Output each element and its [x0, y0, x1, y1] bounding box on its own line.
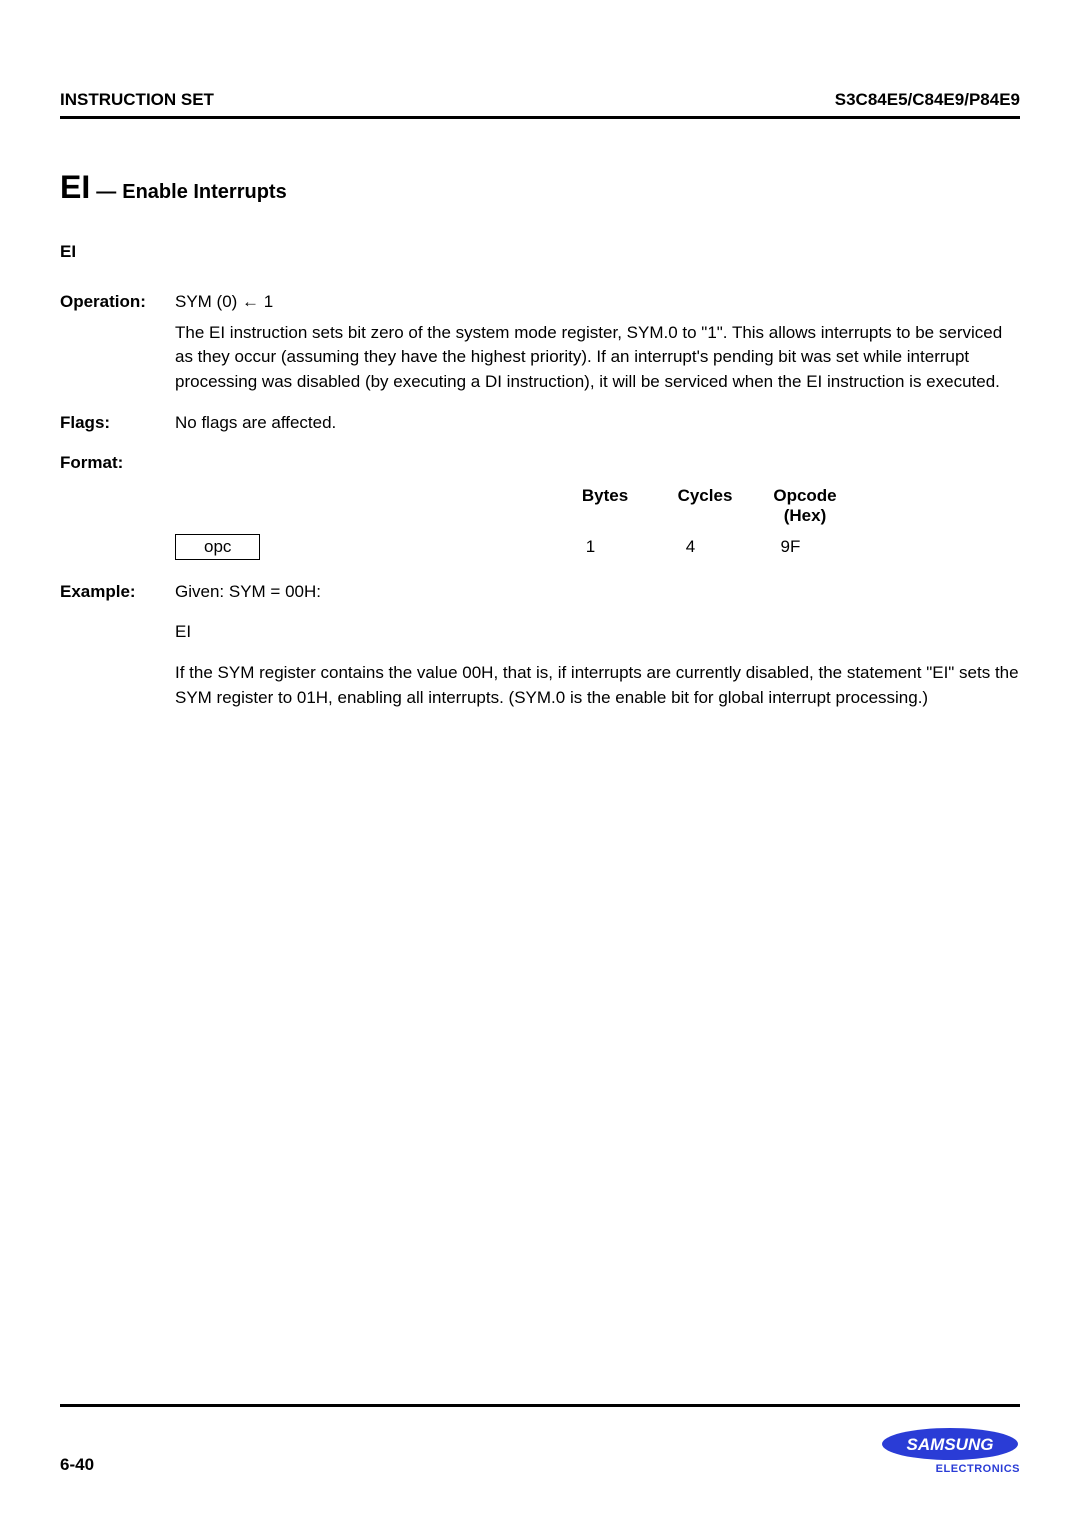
- value-cycles: 4: [640, 537, 740, 557]
- header-left: INSTRUCTION SET: [60, 90, 214, 110]
- logo-subtext: ELECTRONICS: [880, 1463, 1020, 1475]
- format-headers: Bytes Cycles Opcode (Hex): [555, 486, 1020, 526]
- opcode-box: opc: [175, 534, 260, 560]
- operation-section: Operation: SYM (0) ← 1 The EI instructio…: [60, 290, 1020, 395]
- value-bytes: 1: [540, 537, 640, 557]
- header-opcode: Opcode (Hex): [755, 486, 855, 526]
- format-row: opc 1 4 9F: [175, 534, 1020, 560]
- operation-label: Operation:: [60, 290, 175, 395]
- example-section: Example: Given: SYM = 00H: EI If the SYM…: [60, 580, 1020, 727]
- flags-section: Flags: No flags are affected.: [60, 411, 1020, 436]
- page-number: 6-40: [60, 1455, 94, 1475]
- title-description: Enable Interrupts: [122, 181, 286, 204]
- flags-label: Flags:: [60, 411, 175, 436]
- operation-description: The EI instruction sets bit zero of the …: [175, 321, 1020, 395]
- header-opcode-sub: (Hex): [755, 506, 855, 526]
- header-cycles: Cycles: [655, 486, 755, 526]
- example-label: Example:: [60, 580, 175, 727]
- title-mnemonic: EI: [60, 169, 90, 206]
- samsung-logo-icon: SAMSUNG: [880, 1427, 1020, 1461]
- title-separator: —: [96, 181, 116, 204]
- samsung-logo: SAMSUNG ELECTRONICS: [880, 1427, 1020, 1475]
- format-label: Format:: [60, 451, 175, 476]
- page-footer: 6-40 SAMSUNG ELECTRONICS: [60, 1404, 1020, 1475]
- header-bytes: Bytes: [555, 486, 655, 526]
- footer-rule: [60, 1404, 1020, 1407]
- value-opcode: 9F: [740, 537, 840, 557]
- header-opcode-text: Opcode: [755, 486, 855, 506]
- example-body: Given: SYM = 00H: EI If the SYM register…: [175, 580, 1020, 727]
- format-body: [175, 451, 1020, 476]
- format-table: Bytes Cycles Opcode (Hex) opc 1 4 9F: [60, 486, 1020, 560]
- instruction-title: EI — Enable Interrupts: [60, 169, 1020, 206]
- format-section: Format:: [60, 451, 1020, 476]
- operation-expression: SYM (0) ← 1: [175, 290, 1020, 315]
- example-code: EI: [175, 620, 1020, 645]
- running-header: INSTRUCTION SET S3C84E5/C84E9/P84E9: [60, 90, 1020, 119]
- page: INSTRUCTION SET S3C84E5/C84E9/P84E9 EI —…: [0, 0, 1080, 1525]
- header-right: S3C84E5/C84E9/P84E9: [835, 90, 1020, 110]
- flags-text: No flags are affected.: [175, 411, 1020, 436]
- operation-body: SYM (0) ← 1 The EI instruction sets bit …: [175, 290, 1020, 395]
- example-given: Given: SYM = 00H:: [175, 580, 1020, 605]
- mnemonic-line: EI: [60, 242, 1020, 262]
- example-description: If the SYM register contains the value 0…: [175, 661, 1020, 710]
- logo-text: SAMSUNG: [907, 1435, 994, 1454]
